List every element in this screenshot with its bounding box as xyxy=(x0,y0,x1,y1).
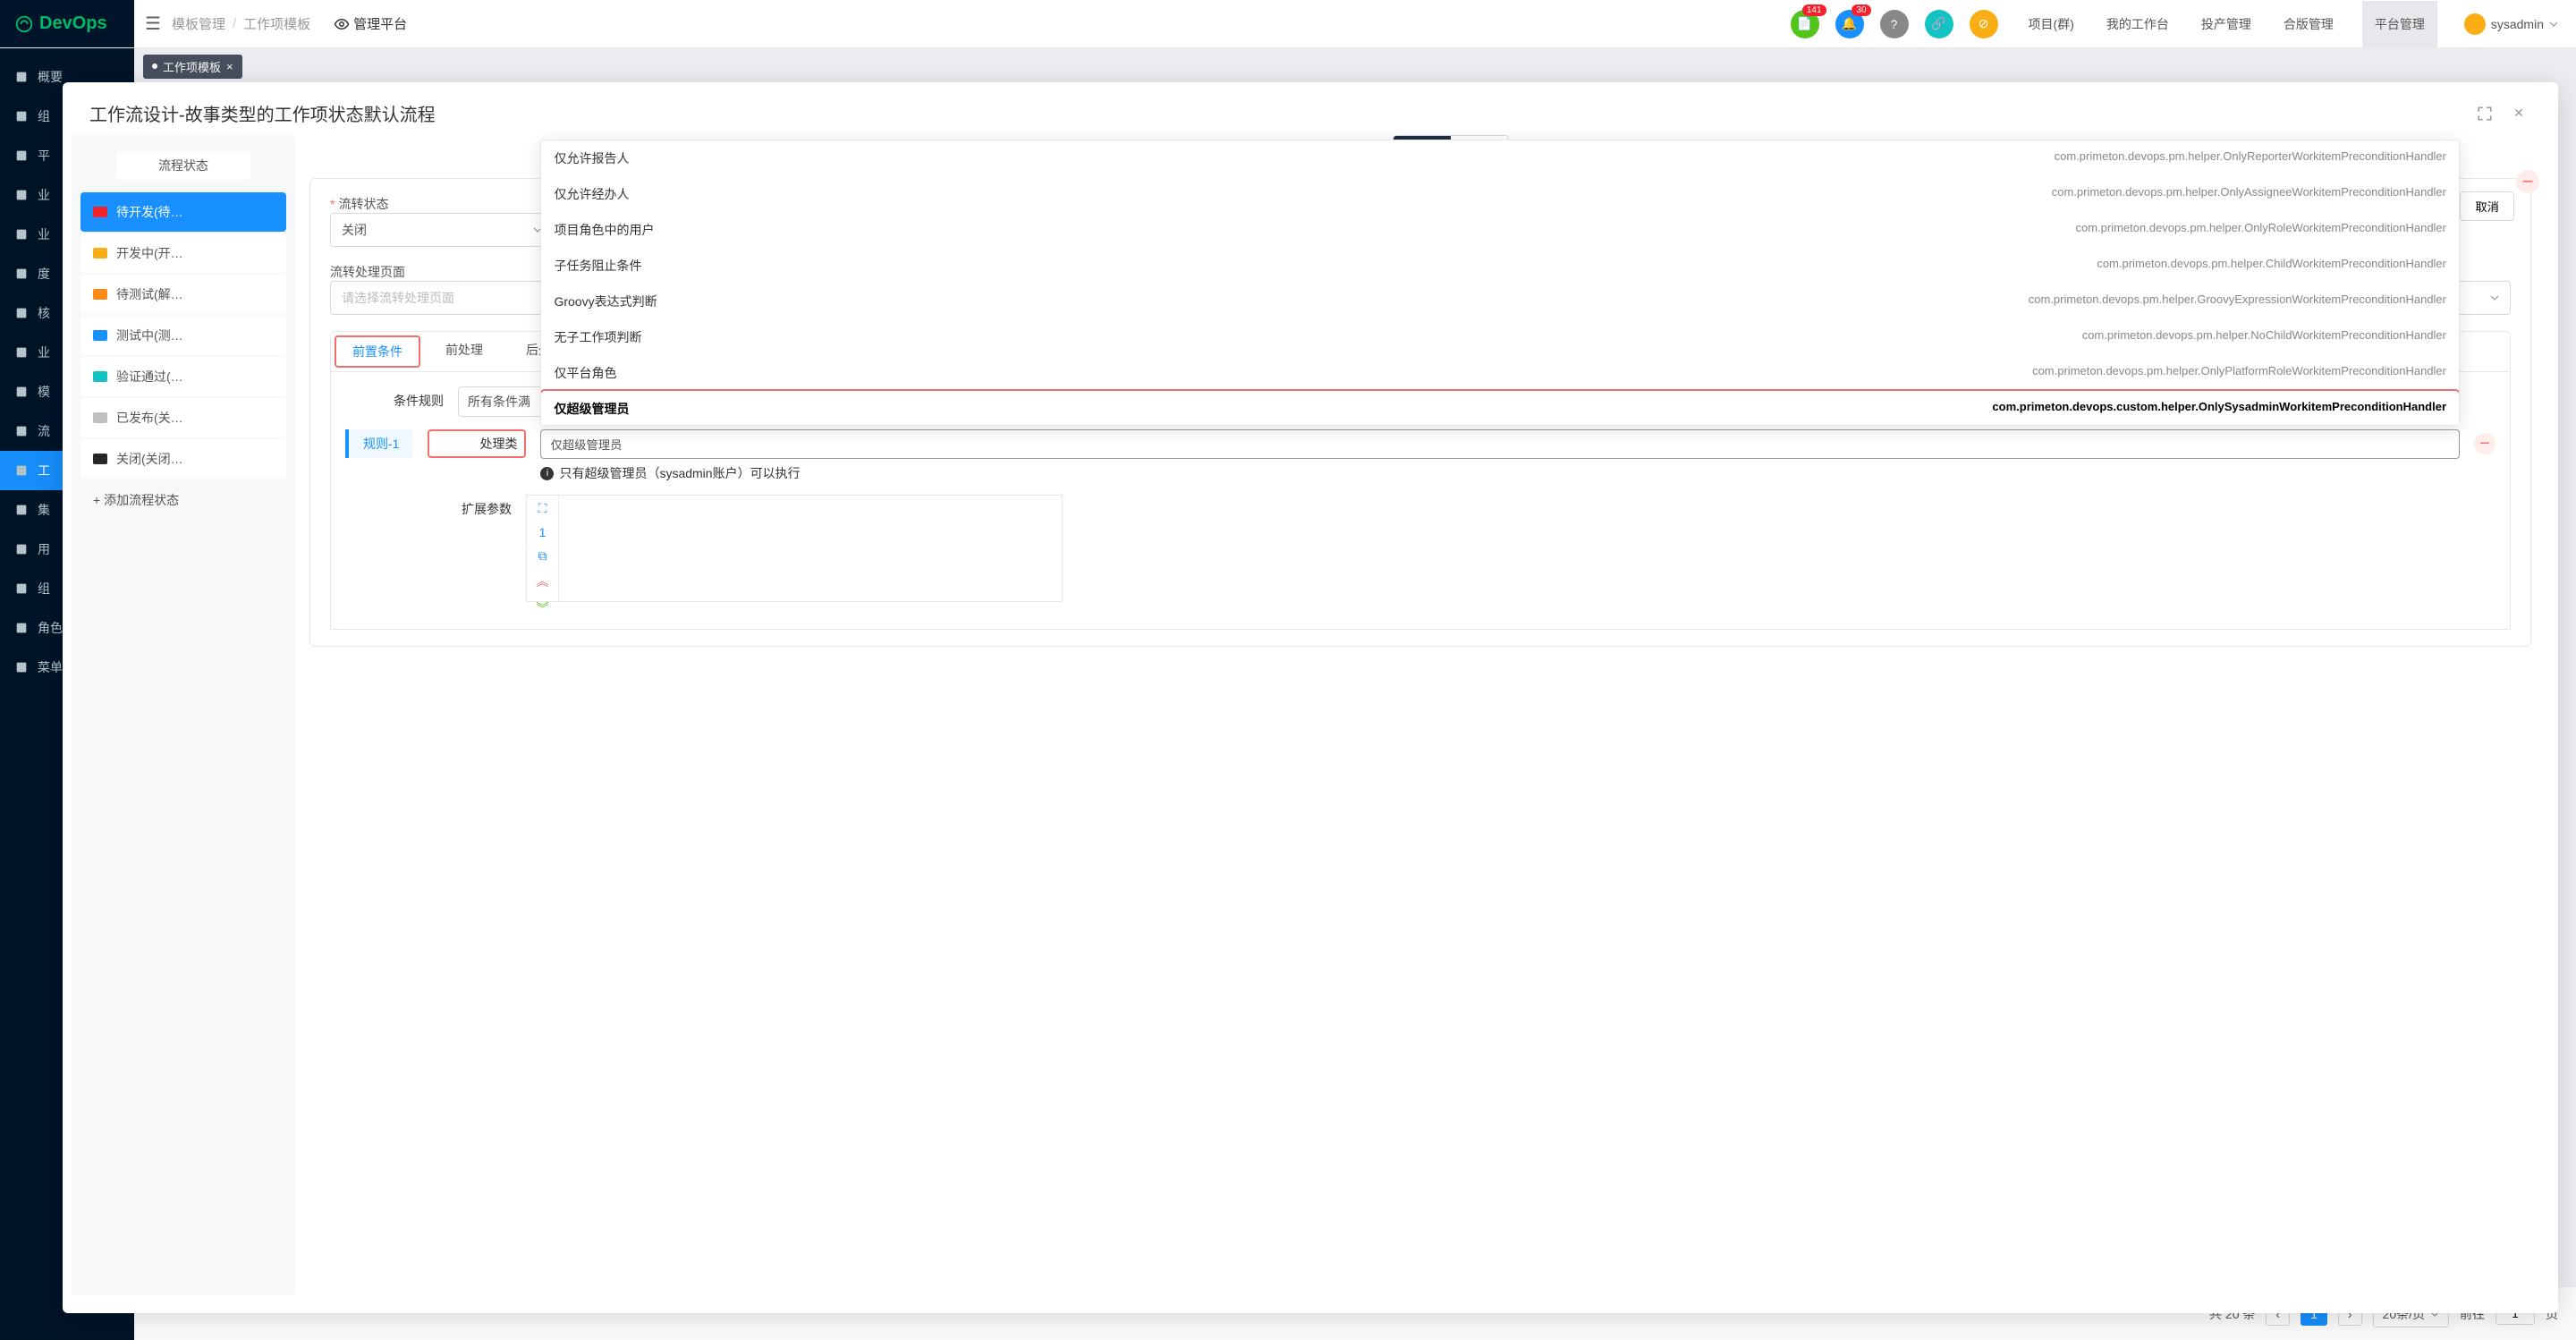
status-item-4[interactable]: 验证通过(… xyxy=(80,357,286,396)
header-icon-group: 📄141 🔔30 ? 🔗 ⊘ xyxy=(1791,10,1998,38)
modal-overlay: 工作流设计-故事类型的工作项状态默认流程 ✕ 流程状态 待开发(待…开发中(开…… xyxy=(0,48,2576,1340)
disabled-icon[interactable]: ⊘ xyxy=(1970,10,1998,38)
ext-param-editor[interactable]: ⛶ 1 ⧉ ︽ ︾ xyxy=(526,495,1063,602)
logo[interactable]: DevOps xyxy=(0,0,134,47)
menu-toggle-icon[interactable]: ☰ xyxy=(134,13,172,35)
cond-rule-label: 条件规则 xyxy=(345,386,444,410)
modal-title: 工作流设计-故事类型的工作项状态默认流程 xyxy=(89,100,2463,126)
bell-icon[interactable]: 🔔30 xyxy=(1835,10,1864,38)
breadcrumb: 模板管理 / 工作项模板 管理平台 xyxy=(172,14,407,33)
expand-icon[interactable]: ⛶ xyxy=(538,501,547,516)
nav-release[interactable]: 投产管理 xyxy=(2198,1,2255,47)
help-icon[interactable]: ? xyxy=(1880,10,1909,38)
status-panel-tab: 流程状态 xyxy=(116,151,250,180)
fullscreen-icon[interactable] xyxy=(2472,101,2497,126)
top-header: DevOps ☰ 模板管理 / 工作项模板 管理平台 📄141 🔔30 ? 🔗 … xyxy=(0,0,2576,48)
handler-label: 处理类 xyxy=(428,429,526,458)
status-item-6[interactable]: 关闭(关闭… xyxy=(80,439,286,479)
rule-area: 条件规则 所有条件满 规则-1 处理类 仅允许报告人com.primeton.d… xyxy=(330,372,2511,630)
status-item-5[interactable]: 已发布(关… xyxy=(80,398,286,437)
link-icon[interactable]: 🔗 xyxy=(1925,10,1953,38)
dropdown-option-0[interactable]: 仅允许报告人com.primeton.devops.pm.helper.Only… xyxy=(541,140,2459,176)
trans-status-label: 流转状态 xyxy=(330,195,437,213)
rule-1-tag[interactable]: 规则-1 xyxy=(345,429,413,458)
collapse-down-icon[interactable]: ︾ xyxy=(537,599,549,617)
ext-param-label: 扩展参数 xyxy=(413,495,512,518)
trans-page-label: 流转处理页面 xyxy=(330,263,437,281)
dropdown-option-1[interactable]: 仅允许经办人com.primeton.devops.pm.helper.Only… xyxy=(541,176,2459,212)
dropdown-option-7[interactable]: 仅超级管理员com.primeton.devops.custom.helper.… xyxy=(541,391,2459,426)
breadcrumb-b[interactable]: 工作项模板 xyxy=(243,14,310,33)
status-item-2[interactable]: 待测试(解… xyxy=(80,275,286,314)
handler-hint: i 只有超级管理员（sysadmin账户）可以执行 xyxy=(540,464,2460,482)
cancel-button[interactable]: 取消 xyxy=(2460,191,2514,221)
breadcrumb-a[interactable]: 模板管理 xyxy=(172,14,225,33)
transition-form: − 取消 流转状态 关闭 流转处理页面 请选择流转处理页面 xyxy=(309,178,2531,647)
top-nav: 项目(群) 我的工作台 投产管理 合版管理 平台管理 xyxy=(2025,1,2437,47)
status-list-panel: 流程状态 待开发(待…开发中(开…待测试(解…测试中(测…验证通过(…已发布(关… xyxy=(72,135,295,1295)
user-menu[interactable]: sysadmin xyxy=(2455,13,2567,35)
close-icon[interactable]: ✕ xyxy=(2506,101,2531,126)
add-state-button[interactable]: + 添加流程状态 xyxy=(80,480,286,520)
transition-panel: 状态流转 列表 图形 − 取消 流转状态 关闭 流转处理页面 xyxy=(309,135,2531,1295)
nav-platform[interactable]: 平台管理 xyxy=(2362,1,2437,47)
status-item-1[interactable]: 开发中(开… xyxy=(80,233,286,273)
nav-projects[interactable]: 项目(群) xyxy=(2025,1,2078,47)
copy-icon[interactable]: ⧉ xyxy=(538,548,547,564)
info-icon: i xyxy=(540,467,554,480)
tab-precondition[interactable]: 前置条件 xyxy=(335,335,420,368)
nav-version[interactable]: 合版管理 xyxy=(2280,1,2337,47)
remove-transition-button[interactable]: − xyxy=(2516,170,2539,193)
breadcrumb-platform[interactable]: 管理平台 xyxy=(334,14,407,33)
workflow-design-modal: 工作流设计-故事类型的工作项状态默认流程 ✕ 流程状态 待开发(待…开发中(开…… xyxy=(63,82,2558,1313)
dropdown-option-6[interactable]: 仅平台角色com.primeton.devops.pm.helper.OnlyP… xyxy=(541,355,2459,391)
handler-dropdown: 仅允许报告人com.primeton.devops.pm.helper.Only… xyxy=(540,140,2460,426)
dropdown-option-5[interactable]: 无子工作项判断com.primeton.devops.pm.helper.NoC… xyxy=(541,319,2459,355)
nav-workbench[interactable]: 我的工作台 xyxy=(2103,1,2173,47)
dropdown-option-4[interactable]: Groovy表达式判断com.primeton.devops.pm.helper… xyxy=(541,284,2459,319)
handler-class-input[interactable] xyxy=(540,429,2460,459)
status-item-0[interactable]: 待开发(待… xyxy=(80,192,286,232)
rule-delete-button[interactable]: − xyxy=(2474,433,2496,454)
doc-icon[interactable]: 📄141 xyxy=(1791,10,1819,38)
status-item-3[interactable]: 测试中(测… xyxy=(80,316,286,355)
dropdown-option-3[interactable]: 子任务阻止条件com.primeton.devops.pm.helper.Chi… xyxy=(541,248,2459,284)
tab-preprocess[interactable]: 前处理 xyxy=(424,332,504,371)
avatar xyxy=(2464,13,2486,35)
collapse-up-icon[interactable]: ︽ xyxy=(537,572,549,590)
trans-status-select[interactable]: 关闭 xyxy=(330,213,554,247)
dropdown-option-2[interactable]: 项目角色中的用户com.primeton.devops.pm.helper.On… xyxy=(541,212,2459,248)
